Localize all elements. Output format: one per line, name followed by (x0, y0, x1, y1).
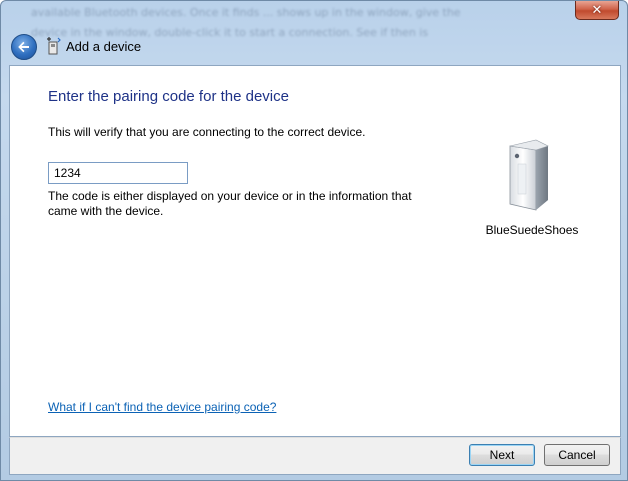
next-button[interactable]: Next (469, 444, 535, 466)
button-bar: Next Cancel (9, 437, 621, 475)
back-button[interactable] (11, 34, 37, 60)
window-frame: available Bluetooth devices. Once it fin… (0, 0, 628, 481)
cancel-button[interactable]: Cancel (544, 444, 610, 466)
background-text-line: available Bluetooth devices. Once it fin… (31, 6, 461, 19)
info-text: This will verify that you are connecting… (48, 125, 366, 139)
code-hint-text: The code is either displayed on your dev… (48, 189, 412, 218)
content-panel: Enter the pairing code for the device Th… (9, 65, 621, 437)
page-heading: Enter the pairing code for the device (48, 88, 289, 105)
close-icon: ✕ (591, 2, 603, 18)
device-name-label: BlueSuedeShoes (485, 223, 579, 237)
close-button[interactable]: ✕ (575, 1, 619, 20)
back-arrow-icon (18, 41, 29, 53)
bluetooth-device-icon (509, 139, 549, 211)
add-device-icon (47, 37, 61, 55)
window-title: Add a device (66, 39, 142, 54)
background-window-text: available Bluetooth devices. Once it fin… (31, 3, 571, 43)
pairing-code-input[interactable] (48, 162, 188, 184)
pairing-code-help-link[interactable]: What if I can't find the device pairing … (48, 400, 276, 414)
